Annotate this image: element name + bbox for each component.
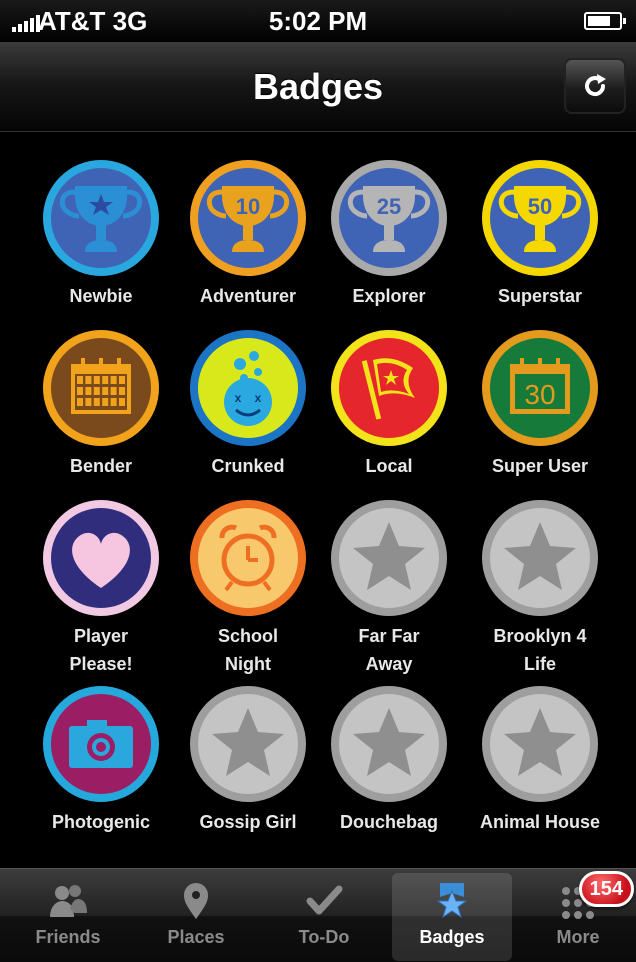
badge-trophy-number-icon: 50 (460, 158, 620, 278)
checkmark-icon (300, 879, 348, 923)
badge-label: Local (365, 456, 413, 476)
badge-douchebag[interactable]: Douchebag (309, 684, 469, 836)
badge-camera-icon (21, 684, 181, 804)
badge-label: Photogenic (52, 812, 150, 832)
badge-bubble-face-icon: x x (168, 328, 328, 448)
badge-label: Animal House (479, 812, 601, 832)
badge-calendar-icon (21, 328, 181, 448)
svg-text:25: 25 (377, 194, 401, 219)
badge-brooklyn-4-life[interactable]: Brooklyn 4 Life (460, 498, 620, 678)
battery-icon (584, 12, 626, 30)
badge-label: Explorer (352, 286, 426, 306)
locked-star-icon (309, 684, 469, 804)
navigation-bar: Badges (0, 42, 636, 132)
badge-icon (428, 879, 476, 923)
badge-label: Far Far Away (358, 626, 420, 674)
tab-label: Badges (419, 927, 485, 947)
badge-label: Gossip Girl (199, 812, 297, 832)
badge-label: Newbie (69, 286, 133, 306)
badge-crunked[interactable]: x x Crunked (168, 328, 328, 480)
badge-label: Adventurer (199, 286, 297, 306)
locked-star-icon (309, 498, 469, 618)
status-bar: AT&T 3G 5:02 PM (0, 0, 636, 42)
badge-label: School Night (217, 626, 278, 674)
badge-school-night[interactable]: School Night (168, 498, 328, 678)
badge-far-far-away[interactable]: Far Far Away (309, 498, 469, 678)
page-title: Badges (252, 66, 384, 107)
badge-super-user[interactable]: 30 Super User (460, 328, 620, 480)
tab-label: Places (167, 927, 225, 947)
svg-text:x: x (255, 391, 262, 405)
badge-label: Bender (69, 456, 132, 476)
badge-trophy-number-icon: 10 (168, 158, 328, 278)
tab-label: Friends (35, 927, 101, 947)
badge-player-please[interactable]: Player Please! (21, 498, 181, 678)
badge-label: Crunked (211, 456, 285, 476)
refresh-button[interactable] (564, 58, 626, 114)
tab-label: To-Do (298, 927, 350, 947)
tab-bar: Friends Places To-Do Badges More 154 (0, 868, 636, 962)
tab-badges[interactable]: Badges (392, 873, 512, 961)
refresh-icon (585, 74, 606, 96)
pin-icon (172, 879, 220, 923)
tab-friends[interactable]: Friends (8, 873, 128, 961)
badge-label: Superstar (497, 286, 583, 306)
badge-trophy-number-icon: 25 (309, 158, 469, 278)
badge-calendar-number-icon: 30 (460, 328, 620, 448)
badge-label: Brooklyn 4 Life (493, 626, 587, 674)
notification-count-badge: 154 (578, 871, 634, 907)
badge-flag-icon (309, 328, 469, 448)
friends-icon (44, 879, 92, 923)
tab-to-do[interactable]: To-Do (264, 873, 384, 961)
locked-star-icon (168, 684, 328, 804)
badge-superstar[interactable]: 50 Superstar (460, 158, 620, 310)
tab-places[interactable]: Places (136, 873, 256, 961)
badge-animal-house[interactable]: Animal House (460, 684, 620, 836)
locked-star-icon (460, 684, 620, 804)
status-time: 5:02 PM (268, 6, 368, 36)
badge-alarm-clock-icon (168, 498, 328, 618)
badge-explorer[interactable]: 25 Explorer (309, 158, 469, 310)
badge-photogenic[interactable]: Photogenic (21, 684, 181, 836)
badge-newbie[interactable]: Newbie (21, 158, 181, 310)
badge-label: Player Please! (69, 626, 133, 674)
badge-gossip-girl[interactable]: Gossip Girl (168, 684, 328, 836)
tab-more[interactable]: More 154 (518, 871, 636, 961)
badge-bender[interactable]: Bender (21, 328, 181, 480)
badge-local[interactable]: Local (309, 328, 469, 480)
badge-heart-icon (21, 498, 181, 618)
badge-grid: Newbie 10 Adventurer 25 Explorer 50 Supe… (0, 132, 636, 868)
tab-label: More (556, 927, 600, 947)
badge-label: Douchebag (339, 812, 438, 832)
svg-text:30: 30 (524, 379, 555, 410)
locked-star-icon (460, 498, 620, 618)
badge-label: Super User (491, 456, 589, 476)
svg-text:x: x (235, 391, 242, 405)
badge-adventurer[interactable]: 10 Adventurer (168, 158, 328, 310)
badge-trophy-star-icon (21, 158, 181, 278)
svg-text:10: 10 (236, 194, 260, 219)
svg-text:50: 50 (528, 194, 552, 219)
